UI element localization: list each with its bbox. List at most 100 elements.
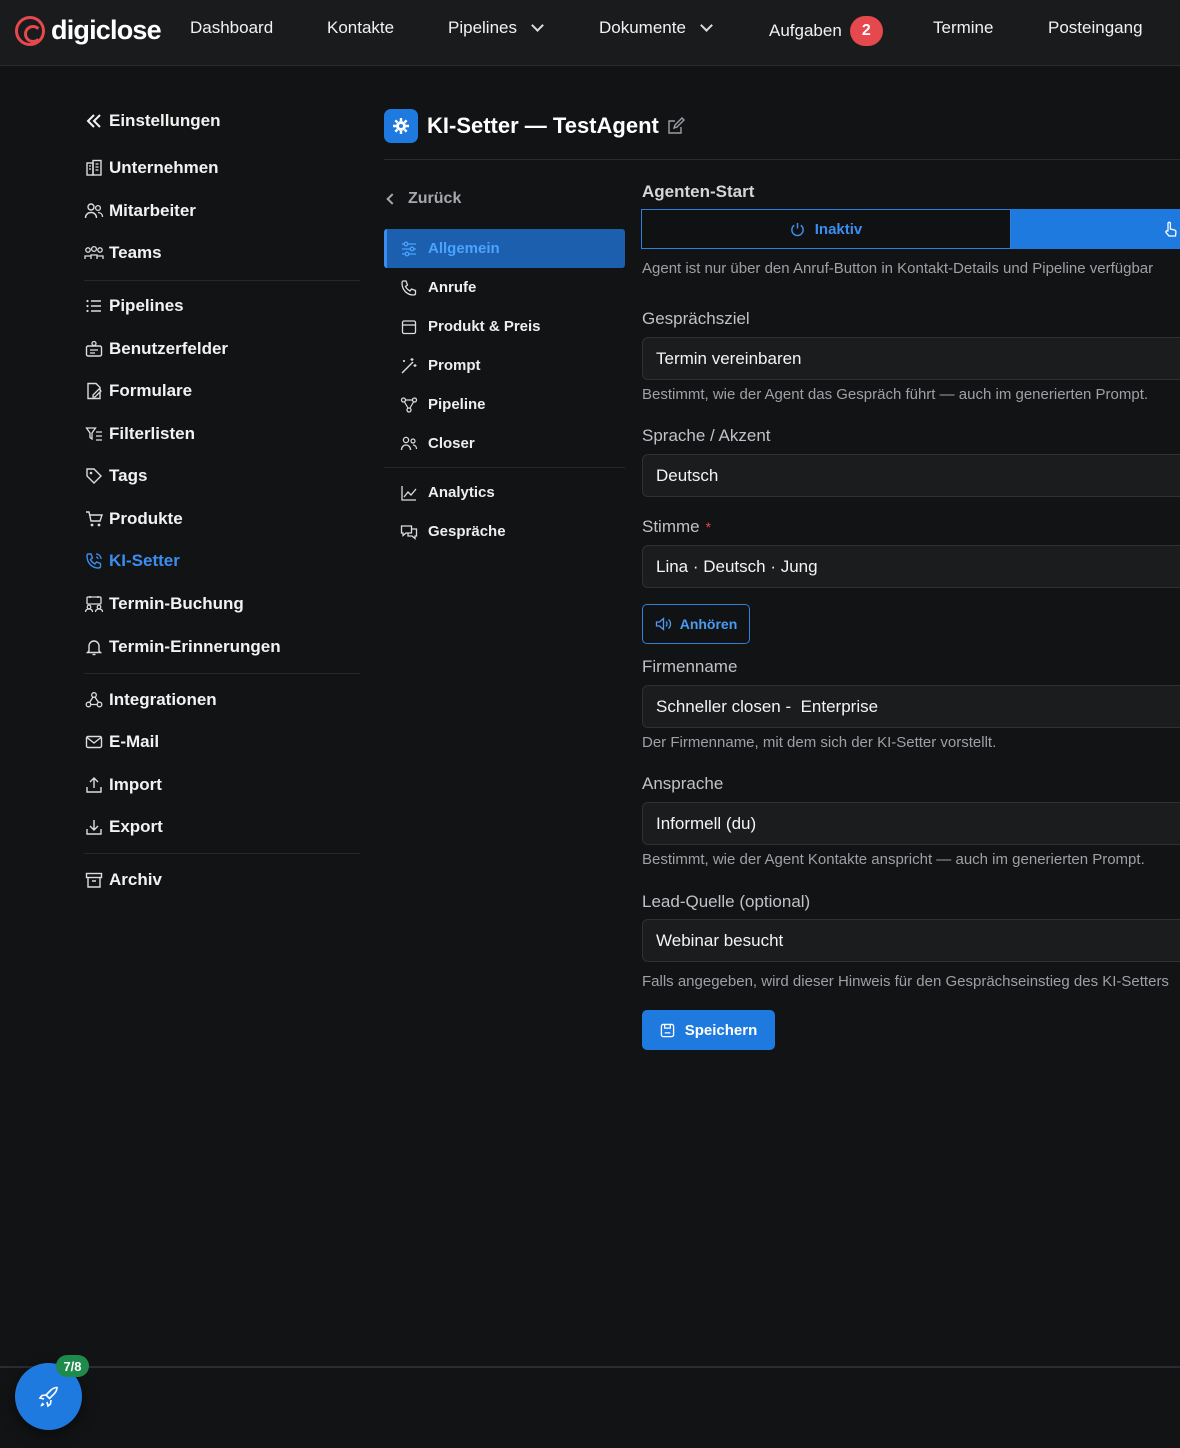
sidebar-item-company[interactable]: Unternehmen xyxy=(84,158,219,178)
sidebar-item-filter-lists[interactable]: Filterlisten xyxy=(84,424,195,444)
sidebar-item-label: Produkte xyxy=(109,509,183,528)
nav-dashboard[interactable]: Dashboard xyxy=(190,18,273,38)
language-select[interactable]: Deutsch xyxy=(642,454,1180,497)
bell-icon xyxy=(84,637,104,657)
page-title: KI-Setter — TestAgent xyxy=(427,113,685,139)
nav-inbox[interactable]: Posteingang xyxy=(1048,18,1143,38)
sidebar-item-label: Integrationen xyxy=(109,690,217,709)
lead-source-value: Webinar besucht xyxy=(656,930,784,950)
company-name-input[interactable]: Schneller closen - Enterprise xyxy=(642,685,1180,728)
sidebar-item-import[interactable]: Import xyxy=(84,775,162,795)
download-icon xyxy=(84,817,104,837)
tab-calls[interactable]: Anrufe xyxy=(384,268,625,307)
tab-label: Produkt & Preis xyxy=(428,318,541,335)
tab-prompt[interactable]: Prompt xyxy=(384,346,625,385)
tab-label: Closer xyxy=(428,435,475,452)
save-button[interactable]: Speichern xyxy=(642,1010,775,1050)
nav-documents-label: Dokumente xyxy=(599,18,686,37)
tab-product-price[interactable]: Produkt & Preis xyxy=(384,307,625,346)
calendar-users-icon xyxy=(84,594,104,614)
sidebar-item-integrations[interactable]: Integrationen xyxy=(84,690,217,710)
sidebar-item-export[interactable]: Export xyxy=(84,817,163,837)
sidebar-item-label: Formulare xyxy=(109,381,193,400)
lead-source-input[interactable]: Webinar besucht xyxy=(642,919,1180,962)
company-hint: Der Firmenname, mit dem sich der KI-Sett… xyxy=(642,734,997,751)
sidebar-item-teams[interactable]: Teams xyxy=(84,243,162,263)
voice-select[interactable]: Lina · Deutsch · Jung xyxy=(642,545,1180,588)
tab-pipeline[interactable]: Pipeline xyxy=(384,385,625,424)
inactive-option[interactable]: Inaktiv xyxy=(641,209,1011,249)
chevron-left-icon xyxy=(386,193,398,205)
cart-icon xyxy=(84,509,104,529)
nav-appointments[interactable]: Termine xyxy=(933,18,993,38)
sidebar-item-label: KI-Setter xyxy=(109,551,180,570)
sidebar-item-label: Teams xyxy=(109,243,162,262)
sidebar-item-appointment-reminders[interactable]: Termin-Erinnerungen xyxy=(84,637,281,657)
chevron-down-icon xyxy=(531,19,544,32)
top-navigation-bar: digiclose Dashboard Kontakte Pipelines D… xyxy=(0,0,1180,66)
nav-tasks[interactable]: Aufgaben 2 xyxy=(769,16,883,46)
tab-label: Anrufe xyxy=(428,279,477,296)
sidebar-item-email[interactable]: E-Mail xyxy=(84,732,159,752)
tab-label: Allgemein xyxy=(428,240,500,257)
sidebar-item-label: Import xyxy=(109,775,162,794)
tab-conversations[interactable]: Gespräche xyxy=(384,512,625,551)
back-link[interactable]: Zurück xyxy=(386,190,462,208)
sidebar-item-appointment-booking[interactable]: Termin-Buchung xyxy=(84,594,244,614)
subnav-divider xyxy=(384,467,625,468)
sliders-icon xyxy=(400,240,418,258)
save-button-label: Speichern xyxy=(684,1021,758,1039)
sidebar-divider xyxy=(84,853,360,854)
sidebar-item-employees[interactable]: Mitarbeiter xyxy=(84,201,196,221)
chevron-down-icon xyxy=(700,19,713,32)
users-icon xyxy=(400,435,418,453)
tab-closer[interactable]: Closer xyxy=(384,424,625,463)
company-label: Firmenname xyxy=(642,657,738,676)
edit-icon[interactable] xyxy=(667,117,685,135)
nav-contacts[interactable]: Kontakte xyxy=(327,18,394,38)
workflow-icon xyxy=(400,396,418,414)
back-link-label: Zurück xyxy=(408,190,462,207)
sidebar-item-label: Tags xyxy=(109,466,148,485)
nav-appointments-label: Termine xyxy=(933,18,994,37)
sidebar-item-ki-setter[interactable]: KI-Setter xyxy=(84,551,180,571)
save-icon xyxy=(660,1023,675,1038)
sidebar-item-forms[interactable]: Formulare xyxy=(84,381,192,401)
sidebar-item-tags[interactable]: Tags xyxy=(84,466,147,486)
filter-icon xyxy=(84,424,104,444)
tasks-count-badge: 2 xyxy=(849,16,883,46)
speaker-icon xyxy=(655,617,673,631)
manual-option[interactable] xyxy=(1011,209,1180,249)
settings-back-link[interactable]: Einstellungen xyxy=(84,111,220,131)
logo[interactable]: digiclose xyxy=(15,15,162,46)
tab-general[interactable]: Allgemein xyxy=(384,229,625,268)
sidebar-item-user-fields[interactable]: Benutzerfelder xyxy=(84,339,228,359)
nav-pipelines-label: Pipelines xyxy=(448,18,517,37)
sidebar-item-label: Termin-Erinnerungen xyxy=(109,637,281,656)
agent-start-hint: Agent ist nur über den Anruf-Button in K… xyxy=(642,260,1154,277)
address-select[interactable]: Informell (du) xyxy=(642,802,1180,845)
sidebar-divider xyxy=(84,673,360,674)
tab-analytics[interactable]: Analytics xyxy=(384,473,625,512)
listen-button[interactable]: Anhören xyxy=(642,604,750,644)
goal-hint: Bestimmt, wie der Agent das Gespräch füh… xyxy=(642,386,1149,403)
logo-icon xyxy=(15,15,45,46)
nav-documents[interactable]: Dokumente xyxy=(599,18,713,38)
goal-label: Gesprächsziel xyxy=(642,309,750,328)
tag-icon xyxy=(84,466,104,486)
sidebar-item-label: E-Mail xyxy=(109,732,160,751)
goal-select[interactable]: Termin vereinbaren xyxy=(642,337,1180,380)
nav-pipelines[interactable]: Pipelines xyxy=(448,18,544,38)
language-label: Sprache / Akzent xyxy=(642,426,771,445)
tab-label: Gespräche xyxy=(428,523,506,540)
company-name-value: Schneller closen - Enterprise xyxy=(656,696,879,716)
nav-contacts-label: Kontakte xyxy=(327,18,395,37)
sidebar-item-label: Archiv xyxy=(109,870,162,889)
sidebar-item-products[interactable]: Produkte xyxy=(84,509,183,529)
sidebar-item-label: Export xyxy=(109,817,163,836)
voice-value: Lina · Deutsch · Jung xyxy=(656,556,818,576)
sidebar-item-pipelines[interactable]: Pipelines xyxy=(84,296,184,316)
magic-wand-icon xyxy=(400,357,418,375)
address-label: Ansprache xyxy=(642,774,724,793)
sidebar-item-archive[interactable]: Archiv xyxy=(84,870,162,890)
